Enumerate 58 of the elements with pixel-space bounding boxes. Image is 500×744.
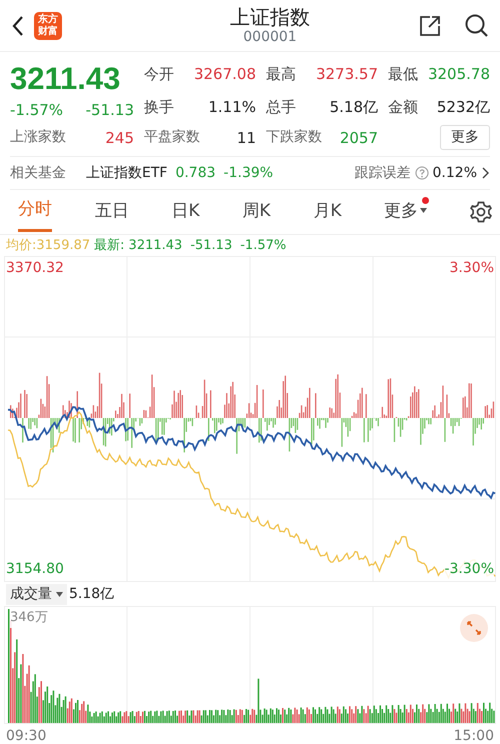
more-button[interactable]: 更多 <box>440 125 490 150</box>
stat-label: 金额 <box>388 96 418 118</box>
stock-code: 000001 <box>243 29 297 46</box>
notification-dot <box>422 196 430 204</box>
change-percent: -1.57% <box>10 100 64 121</box>
stat-value: 5232亿 <box>436 96 490 118</box>
stat-value: 3273.57 <box>316 64 378 86</box>
volume-total: 5.18亿 <box>69 584 114 604</box>
share-icon[interactable] <box>418 14 442 38</box>
tracking-label: 跟踪误差 <box>354 164 411 183</box>
settings-icon[interactable] <box>470 201 492 224</box>
back-icon[interactable] <box>10 14 26 38</box>
latest-label: 最新: <box>94 237 125 255</box>
caret-icon <box>56 592 63 597</box>
caret-icon <box>420 208 428 214</box>
fund-change: -1.39% <box>224 164 274 183</box>
volume-max-label: 346万 <box>10 608 48 628</box>
chevron-right-icon[interactable] <box>481 166 490 180</box>
fund-name[interactable]: 上证指数ETF <box>86 162 168 184</box>
latest-value: 3211.43 <box>128 237 182 255</box>
help-icon[interactable] <box>414 166 429 180</box>
chart-tab[interactable]: 更多 <box>384 194 428 230</box>
breadth-label: 下跌家数 <box>266 128 322 148</box>
stat-label: 今开 <box>144 64 174 86</box>
breadth-label: 上涨家数 <box>10 128 66 148</box>
average-value: 3159.87 <box>36 237 90 255</box>
stat-value: 3205.78 <box>428 64 490 86</box>
app-logo[interactable]: 东方 财富 <box>34 12 62 40</box>
latest-change-percent: -1.57% <box>240 237 286 255</box>
search-icon[interactable] <box>464 12 490 38</box>
axis-min-percent: -3.30% <box>444 559 494 580</box>
chart-tab[interactable]: 日K <box>172 194 200 230</box>
stat-label: 换手 <box>144 96 174 118</box>
fund-price: 0.783 <box>175 164 216 183</box>
start-time: 09:30 <box>6 726 46 744</box>
stat-value: 5.18亿 <box>330 96 378 118</box>
stat-label: 最低 <box>388 64 418 86</box>
fund-label: 相关基金 <box>10 164 66 183</box>
chart-tab[interactable]: 五日 <box>94 194 129 230</box>
average-label: 均价: <box>6 237 36 255</box>
volume-selector[interactable]: 成交量 <box>6 584 67 605</box>
expand-icon[interactable] <box>460 614 488 642</box>
change-amount: -51.13 <box>86 100 134 121</box>
breadth-value: 11 <box>236 128 256 148</box>
page-title: 上证指数 <box>230 5 310 30</box>
chart-tab[interactable]: 周K <box>242 194 271 230</box>
chart-tab[interactable]: 月K <box>313 194 342 230</box>
end-time: 15:00 <box>454 726 494 744</box>
stat-value: 3267.08 <box>194 64 256 86</box>
latest-change: -51.13 <box>190 237 232 255</box>
breadth-value: 245 <box>105 128 134 148</box>
stat-label: 最高 <box>266 64 296 86</box>
last-price: 3211.43 <box>10 60 120 98</box>
breadth-value: 2057 <box>340 128 378 148</box>
tracking-value: 0.12% <box>432 164 477 183</box>
stat-label: 总手 <box>266 96 296 118</box>
breadth-label: 平盘家数 <box>144 128 200 148</box>
stat-value: 1.11% <box>208 96 256 118</box>
